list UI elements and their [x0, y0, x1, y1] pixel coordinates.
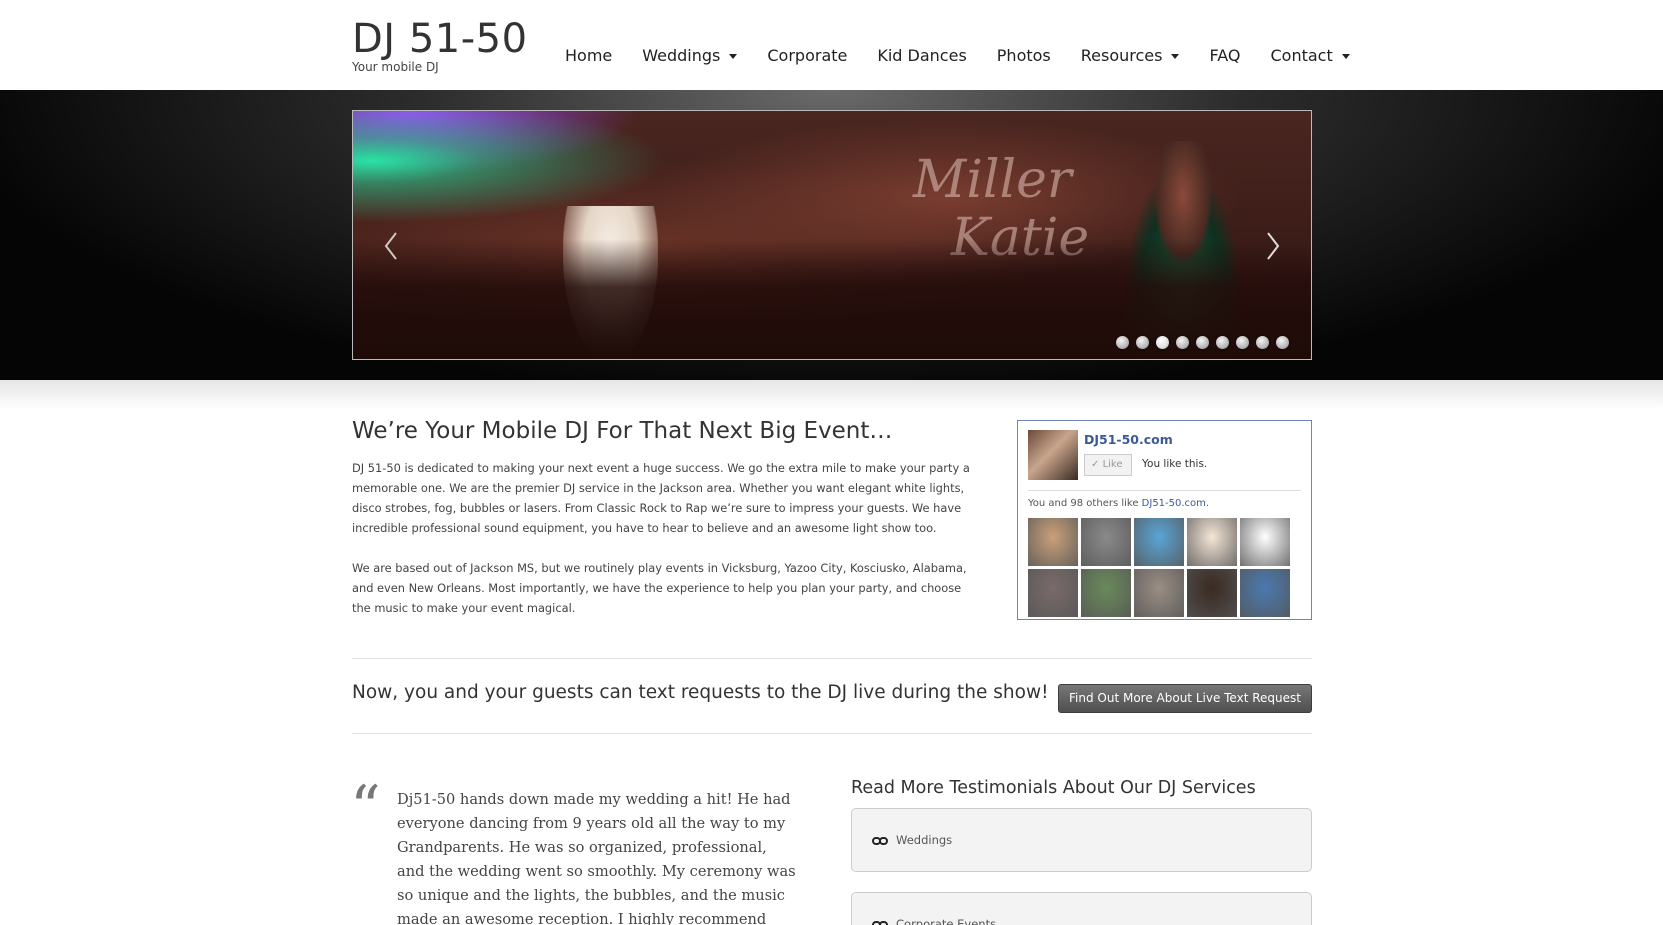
- slider-prev-arrow-icon[interactable]: [383, 231, 399, 261]
- slider-dot[interactable]: [1116, 336, 1129, 349]
- testimonials-link-label: Corporate Events: [896, 917, 997, 925]
- testimonials-link-weddings[interactable]: Weddings: [851, 808, 1312, 872]
- facebook-fan-avatar[interactable]: [1187, 569, 1237, 617]
- nav-item-weddings[interactable]: Weddings: [642, 46, 738, 65]
- nav-item-contact[interactable]: Contact: [1270, 46, 1350, 65]
- page: DJ 51-50 Your mobile DJ Home Weddings Co…: [0, 0, 1663, 925]
- nav-item-resources[interactable]: Resources: [1081, 46, 1180, 65]
- monogram-line-1: Miller: [913, 150, 1072, 210]
- nav-label: Photos: [996, 46, 1051, 65]
- slider-dot[interactable]: [1176, 336, 1189, 349]
- slider-next-arrow-icon[interactable]: [1265, 231, 1281, 261]
- caret-down-icon: [1341, 54, 1350, 59]
- site-logo[interactable]: DJ 51-50 Your mobile DJ: [352, 16, 528, 74]
- facebook-faces-grid: [1028, 518, 1290, 617]
- facebook-fan-avatar[interactable]: [1028, 569, 1078, 617]
- nav-label: Kid Dances: [877, 46, 967, 65]
- nav-label: FAQ: [1209, 46, 1241, 65]
- facebook-fan-avatar[interactable]: [1187, 518, 1237, 566]
- intro-heading: We’re Your Mobile DJ For That Next Big E…: [352, 418, 893, 444]
- nav-label: Corporate: [767, 46, 848, 65]
- site-header: DJ 51-50 Your mobile DJ Home Weddings Co…: [0, 0, 1663, 90]
- site-tagline: Your mobile DJ: [352, 60, 439, 74]
- testimonials-link-label: Weddings: [896, 833, 953, 847]
- like-label: Like: [1102, 459, 1123, 470]
- facebook-like-count: You and 98 others like DJ51-50.com.: [1028, 498, 1209, 509]
- facebook-like-box: DJ51-50.com ✓ Like You like this. You an…: [1017, 420, 1312, 620]
- nav-label: Weddings: [642, 46, 721, 65]
- slider-dot[interactable]: [1256, 336, 1269, 349]
- intro-paragraph: DJ 51-50 is dedicated to making your nex…: [352, 461, 970, 535]
- live-text-request-button[interactable]: Find Out More About Live Text Request: [1058, 684, 1312, 713]
- slider-dot[interactable]: [1136, 336, 1149, 349]
- facebook-fan-avatar[interactable]: [1240, 518, 1290, 566]
- testimonial-quote: Dj51-50 hands down made my wedding a hit…: [397, 791, 796, 925]
- nav-label: Home: [565, 46, 613, 65]
- facebook-fan-avatar[interactable]: [1081, 569, 1131, 617]
- caret-down-icon: [729, 54, 738, 59]
- caret-down-icon: [1171, 54, 1180, 59]
- facebook-fan-avatar[interactable]: [1081, 518, 1131, 566]
- count-prefix: You and 98 others like: [1028, 498, 1142, 509]
- facebook-fan-avatar[interactable]: [1134, 569, 1184, 617]
- facebook-fan-avatar[interactable]: [1028, 518, 1078, 566]
- count-suffix: .: [1205, 498, 1210, 509]
- slider-dot[interactable]: [1156, 336, 1169, 349]
- nav-label: Contact: [1270, 46, 1333, 65]
- facebook-fan-avatar[interactable]: [1134, 518, 1184, 566]
- facebook-page-avatar[interactable]: [1028, 430, 1078, 480]
- slider-dot[interactable]: [1276, 336, 1289, 349]
- facebook-page-name[interactable]: DJ51-50.com: [1084, 432, 1173, 447]
- nav-item-faq[interactable]: FAQ: [1209, 46, 1240, 65]
- link-chain-icon: [872, 921, 888, 925]
- testimonials-link-corporate-events[interactable]: Corporate Events: [851, 892, 1312, 925]
- intro-section: We’re Your Mobile DJ For That Next Big E…: [352, 418, 982, 638]
- intro-paragraph: We are based out of Jackson MS, but we r…: [352, 561, 967, 615]
- divider: [352, 733, 1312, 734]
- site-title[interactable]: DJ 51-50: [352, 16, 528, 62]
- hero-slide-image[interactable]: Miller Katie: [352, 110, 1312, 360]
- slider-band-shadow: [0, 380, 1663, 410]
- nav-item-corporate[interactable]: Corporate: [767, 46, 847, 65]
- slider-dot[interactable]: [1236, 336, 1249, 349]
- divider: [1028, 490, 1301, 491]
- slider-dot[interactable]: [1196, 336, 1209, 349]
- nav-label: Resources: [1080, 46, 1163, 65]
- divider: [352, 658, 1312, 659]
- testimonials-heading: Read More Testimonials About Our DJ Serv…: [851, 778, 1256, 798]
- facebook-fan-avatar[interactable]: [1240, 569, 1290, 617]
- slider-dot[interactable]: [1216, 336, 1229, 349]
- nav-item-kid-dances[interactable]: Kid Dances: [877, 46, 966, 65]
- text-request-headline: Now, you and your guests can text reques…: [352, 682, 1049, 703]
- facebook-you-like: You like this.: [1142, 458, 1208, 470]
- nav-item-photos[interactable]: Photos: [997, 46, 1051, 65]
- slider-pagination: [1109, 336, 1289, 349]
- link-chain-icon: [872, 837, 888, 845]
- facebook-like-button[interactable]: ✓ Like: [1084, 454, 1132, 476]
- facebook-page-link[interactable]: DJ51-50.com: [1142, 498, 1206, 509]
- nav-item-home[interactable]: Home: [565, 46, 612, 65]
- quote-mark-icon: “: [350, 773, 381, 843]
- main-nav: Home Weddings Corporate Kid Dances Photo…: [550, 46, 1365, 65]
